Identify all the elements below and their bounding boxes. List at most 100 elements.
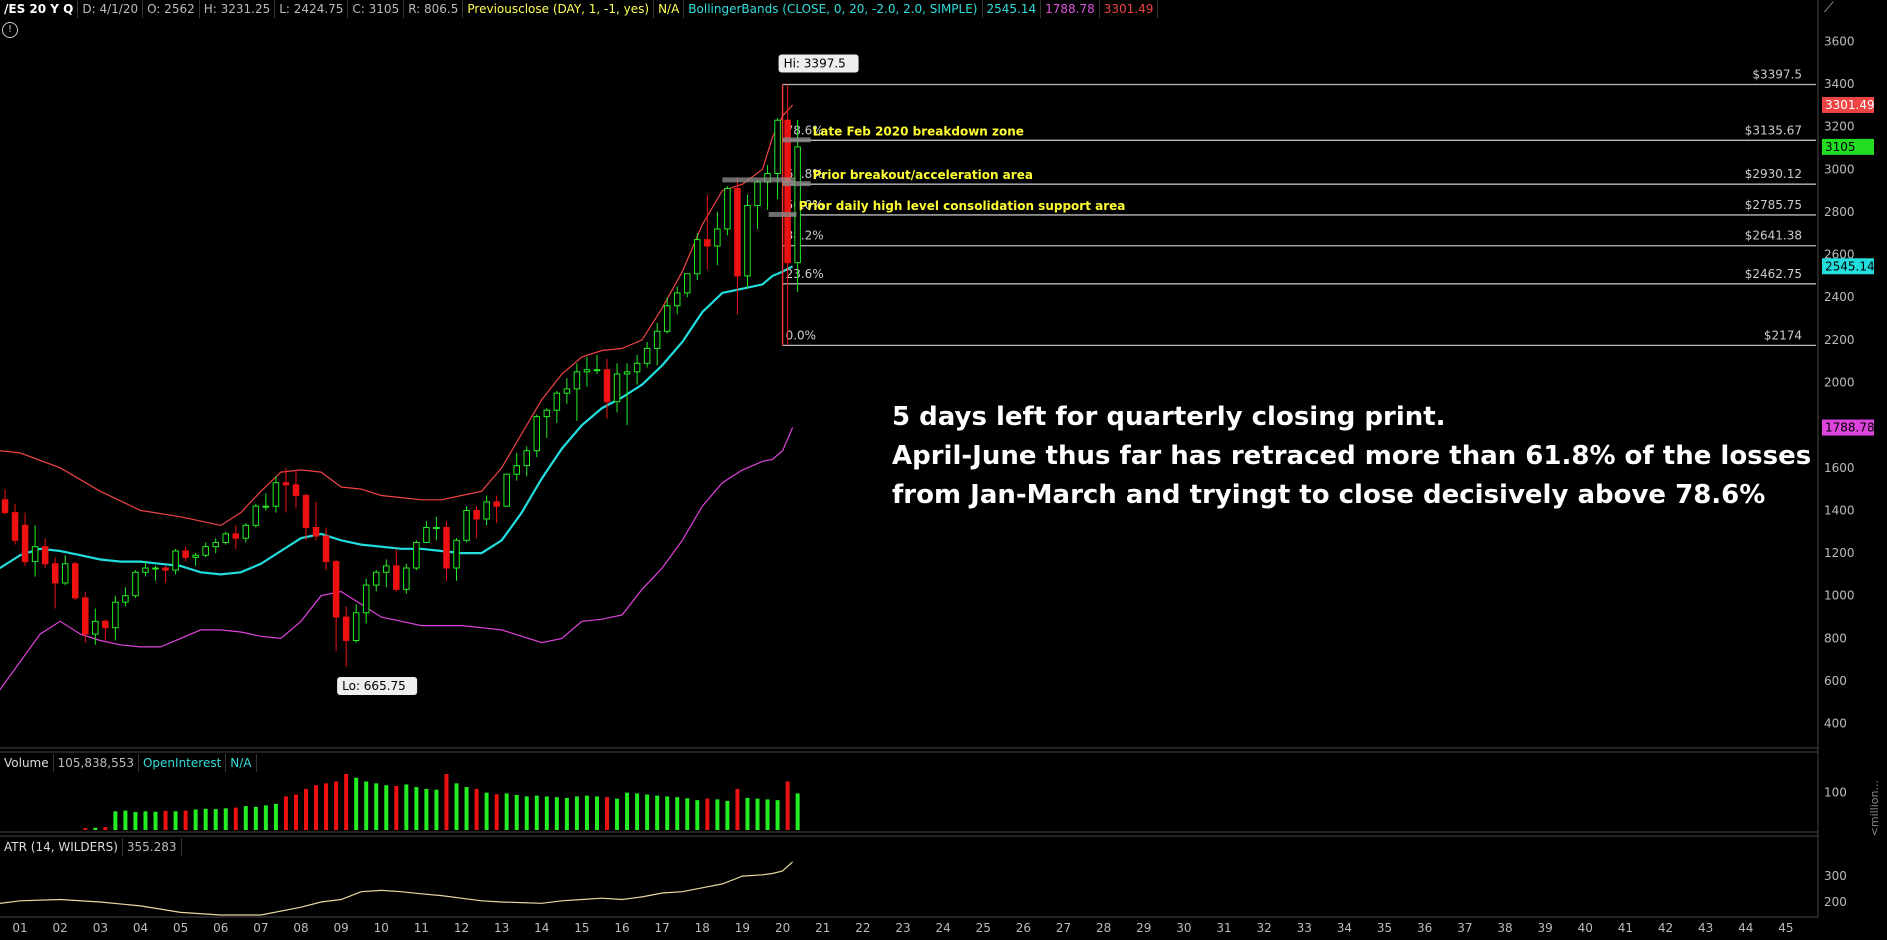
x-tick-label: 11: [414, 921, 429, 935]
volume-bar: [474, 788, 479, 830]
volume-bar: [765, 799, 770, 830]
volume-bar: [574, 796, 579, 830]
volume-bar: [83, 828, 88, 830]
x-tick-label: 28: [1096, 921, 1111, 935]
volume-bar: [344, 774, 349, 830]
x-tick-label: 43: [1698, 921, 1713, 935]
candle-body: [71, 563, 79, 599]
x-tick-label: 18: [695, 921, 710, 935]
volume-tick-label: 100: [1824, 786, 1847, 800]
note-line-2: April-June thus far has retraced more th…: [892, 441, 1812, 471]
volume-bar: [454, 783, 459, 830]
candle-body: [242, 524, 250, 539]
volume-bar: [414, 787, 419, 830]
volume-bar: [183, 810, 188, 830]
volume-bar: [725, 800, 730, 830]
volume-bar: [193, 809, 198, 830]
bb-middle-line: [0, 265, 794, 576]
candle-body: [292, 484, 300, 497]
candle-body: [473, 509, 480, 520]
candle-body: [61, 563, 69, 584]
price-badge-label: 1788.78: [1825, 421, 1875, 435]
volume-bar: [625, 792, 630, 830]
candle-body: [443, 527, 450, 569]
x-tick-label: 08: [293, 921, 308, 935]
candle-body: [724, 187, 731, 230]
x-tick-label: 22: [855, 921, 870, 935]
candle-body: [403, 567, 410, 590]
x-tick-label: 12: [454, 921, 469, 935]
x-tick-label: 03: [93, 921, 108, 935]
candle-body: [252, 505, 260, 526]
x-tick-label: 04: [133, 921, 148, 935]
candle-body: [41, 546, 49, 565]
y-tick-label: 1000: [1824, 589, 1855, 603]
candle-body: [142, 567, 149, 573]
commentary-note: 5 days left for quarterly closing print.…: [892, 398, 1811, 515]
atr-line: [0, 861, 794, 916]
price-badge-label: 3105: [1825, 140, 1856, 154]
y-tick-label: 2000: [1824, 376, 1855, 390]
bb-upper-line: [0, 104, 794, 527]
x-tick-label: 29: [1136, 921, 1151, 935]
volume-bar: [123, 810, 128, 830]
volume-bar: [143, 811, 148, 830]
volume-bar: [755, 798, 760, 830]
volume-bar: [524, 796, 529, 830]
candle-body: [663, 305, 671, 332]
candle-body: [172, 550, 179, 571]
candle-body: [322, 535, 330, 563]
candle-body: [623, 371, 631, 375]
candle-body: [272, 482, 280, 507]
x-tick-label: 30: [1176, 921, 1191, 935]
x-tick-label: 15: [574, 921, 589, 935]
low-callout-text: Lo: 665.75: [342, 679, 406, 693]
candle-body: [383, 565, 390, 573]
candle-body: [102, 620, 109, 629]
volume-bar: [745, 797, 750, 830]
volume-bar: [434, 789, 439, 830]
y-tick-label: 1600: [1824, 461, 1855, 475]
volume-bar: [173, 811, 178, 830]
candle-body: [543, 409, 551, 418]
candle-body: [593, 369, 601, 372]
price-badge-label: 2545.14: [1825, 259, 1875, 273]
candle-body: [232, 533, 240, 539]
volume-bar: [283, 796, 288, 830]
candle-body: [553, 392, 561, 411]
candle-body: [563, 388, 571, 394]
atr-tick-label: 300: [1824, 869, 1847, 883]
x-tick-label: 16: [614, 921, 629, 935]
candle-body: [122, 595, 129, 603]
candle-body: [21, 524, 29, 563]
candle-body: [312, 527, 320, 537]
x-tick-label: 19: [735, 921, 750, 935]
volume-bar: [504, 793, 509, 830]
x-tick-label: 27: [1056, 921, 1071, 935]
x-tick-label: 17: [655, 921, 670, 935]
volume-bar: [775, 800, 780, 830]
volume-bar: [675, 797, 680, 830]
volume-unit-label: <million...: [1868, 780, 1881, 837]
volume-bar: [374, 783, 379, 830]
fib-price-label: $2174: [1764, 328, 1802, 342]
volume-bar: [384, 785, 389, 830]
x-tick-label: 23: [895, 921, 910, 935]
volume-bar: [153, 811, 158, 830]
volume-bar: [273, 803, 278, 830]
candle-body: [1, 499, 9, 514]
y-tick-label: 1400: [1824, 503, 1855, 517]
note-line-1: 5 days left for quarterly closing print.: [892, 402, 1446, 432]
candle-body: [483, 501, 490, 520]
candle-body: [393, 565, 400, 590]
candle-body: [734, 187, 741, 277]
candle-body: [92, 620, 99, 635]
volume-bar: [615, 798, 620, 830]
x-tick-label: 05: [173, 921, 188, 935]
y-tick-label: 2200: [1824, 333, 1855, 347]
volume-bar: [404, 784, 409, 830]
volume-bar: [554, 797, 559, 830]
fib-pct-label: 38.2%: [786, 229, 824, 243]
annotation-label: Prior breakout/acceleration area: [813, 168, 1033, 182]
candle-body: [222, 533, 230, 543]
